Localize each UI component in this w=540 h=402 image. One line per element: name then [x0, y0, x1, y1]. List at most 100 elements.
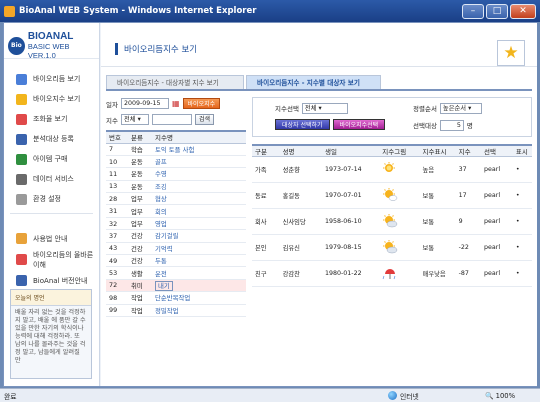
- cell-index-name[interactable]: 조깅: [152, 180, 246, 194]
- cell-index-name[interactable]: 수영: [152, 167, 246, 181]
- close-button[interactable]: ✕: [510, 3, 536, 19]
- col-category: 분류: [128, 131, 152, 144]
- menu-item-monitor[interactable]: BioAnal 버전안내: [4, 270, 99, 291]
- index-row[interactable]: 49 건강 두통: [106, 254, 246, 268]
- cell-pick: pearl: [481, 260, 513, 287]
- menu-item-label: 아이템 구매: [33, 155, 68, 163]
- col-header: 선택: [481, 145, 513, 157]
- cell-index-name[interactable]: 운전: [152, 266, 246, 280]
- search-button[interactable]: 검색: [194, 114, 215, 125]
- index-select[interactable]: 전체 ▾: [120, 114, 149, 125]
- calendar-icon[interactable]: ▦: [172, 99, 180, 108]
- index-row[interactable]: 37 건강 감기걸릴: [106, 229, 246, 243]
- subject-row[interactable]: 동료 홍길동 1970-07-01 보통 17 pearl •: [252, 182, 532, 209]
- cell-category: 취미: [128, 279, 152, 293]
- index-row[interactable]: 72 취미 내기: [106, 279, 246, 293]
- cell-name: 성춘향: [279, 156, 322, 183]
- cell-index-name[interactable]: 협상: [152, 192, 246, 206]
- col-header: 표시: [512, 145, 532, 157]
- date-label: 일자: [106, 100, 118, 109]
- cell-birth: 1980-01-22: [321, 260, 380, 287]
- index-row[interactable]: 53 생활 운전: [106, 266, 246, 280]
- info-icon: [16, 254, 27, 265]
- cell-score: -87: [455, 260, 482, 287]
- cell-index-name[interactable]: 단순반복작업: [152, 291, 246, 305]
- select-bio-index-button[interactable]: 바이오지수선택: [332, 118, 386, 130]
- menu-item-heart[interactable]: 조화율 보기: [4, 109, 99, 129]
- cell-index-name[interactable]: 정밀작업: [152, 304, 246, 317]
- subject-row[interactable]: 회사 신사임당 1958-06-10 보통 9 pearl •: [252, 208, 532, 235]
- minimize-button[interactable]: –: [462, 3, 484, 19]
- cell-group: 친구: [252, 260, 280, 287]
- cell-pick: pearl: [481, 156, 513, 183]
- tab-by-index[interactable]: 바이오리듬지수 - 지수별 대상자 보기: [246, 75, 381, 89]
- menu-item-label: 데이터 서비스: [33, 175, 74, 183]
- menu-item-help[interactable]: 사용법 안내: [4, 228, 99, 249]
- menu-item-user[interactable]: 분석대상 등록: [4, 129, 99, 149]
- action-row: 대상자 선택하기 바이오지수선택: [275, 118, 386, 130]
- index-row[interactable]: 32 업무 영업: [106, 217, 246, 231]
- cell-index-name[interactable]: 내기: [152, 279, 246, 293]
- security-zone: 인터넷: [388, 391, 419, 401]
- cell-index-name[interactable]: 회의: [152, 204, 246, 218]
- index-list-pane: 일자 2009-09-15 ▦ 바이오지수 지수 전체 ▾ 검색 번호 분류 지…: [106, 97, 246, 382]
- cell-number: 28: [106, 192, 128, 206]
- cell-name: 강감찬: [279, 260, 322, 287]
- index-select-row: 지수선택 전체 ▾: [275, 102, 348, 114]
- user-icon: [16, 133, 27, 145]
- bio-index-button[interactable]: 바이오지수: [182, 98, 221, 109]
- menu-item-star[interactable]: 바이오지수 보기: [4, 89, 99, 109]
- index-row[interactable]: 10 운동 골프: [106, 155, 246, 169]
- index-row[interactable]: 13 운동 조깅: [106, 180, 246, 194]
- col-header: 생일: [321, 145, 380, 157]
- col-header: 성명: [279, 145, 322, 157]
- subject-row[interactable]: 본인 김유신 1979-08-15 보통 -22 pearl •: [252, 234, 532, 261]
- index-row[interactable]: 43 건강 기억력: [106, 242, 246, 256]
- cell-category: 운동: [128, 180, 152, 194]
- cell-index-name[interactable]: 골프: [152, 155, 246, 169]
- menu-item-info[interactable]: 바이오리듬의 올바른 이해: [4, 249, 99, 270]
- help-icon: [16, 233, 27, 244]
- index-row[interactable]: 99 작업 정밀작업: [106, 304, 246, 317]
- logo-badge: Bio: [8, 36, 25, 55]
- cell-index-name[interactable]: 기억력: [152, 242, 246, 256]
- weather-partly-cloudy-icon: [379, 182, 420, 209]
- cell-index-name[interactable]: 두통: [152, 254, 246, 268]
- cell-number: 99: [106, 304, 128, 317]
- menu-item-data[interactable]: 데이터 서비스: [4, 169, 99, 189]
- index-row[interactable]: 98 작업 단순반복작업: [106, 291, 246, 305]
- date-input[interactable]: 2009-09-15: [120, 98, 169, 109]
- index-search-input[interactable]: [151, 114, 192, 125]
- tab-by-person[interactable]: 바이오리듬지수 - 대상자별 지수 보기: [106, 75, 244, 89]
- index-row[interactable]: 11 운동 수영: [106, 167, 246, 181]
- cell-category: 건강: [128, 242, 152, 256]
- index-row[interactable]: 28 업무 협상: [106, 192, 246, 206]
- cell-category: 운동: [128, 167, 152, 181]
- cell-index-name[interactable]: 영업: [152, 217, 246, 231]
- cell-index-name[interactable]: 감기걸릴: [152, 229, 246, 243]
- menu-item-label: 환경 설정: [33, 195, 61, 203]
- count-input[interactable]: 5: [439, 119, 464, 131]
- cell-birth: 1979-08-15: [321, 234, 380, 261]
- cell-number: 37: [106, 229, 128, 243]
- status-text: 완료: [4, 392, 17, 401]
- menu-item-chart[interactable]: 바이오리듬 보기: [4, 69, 99, 89]
- tab-underline: [106, 89, 532, 91]
- cell-name: 김유신: [279, 234, 322, 261]
- maximize-button[interactable]: □: [486, 3, 508, 19]
- menu-item-shield[interactable]: 아이템 구매: [4, 149, 99, 169]
- index-row[interactable]: 7 학습 토익 토플 사험: [106, 143, 246, 156]
- index-select-dropdown[interactable]: 전체 ▾: [301, 102, 348, 114]
- select-subject-button[interactable]: 대상자 선택하기: [275, 118, 330, 130]
- window-titlebar: BioAnal WEB System - Windows Internet Ex…: [0, 0, 540, 22]
- favorite-star-icon[interactable]: ★: [497, 40, 525, 66]
- count-row: 선택대상 5 명: [413, 119, 473, 131]
- subject-row[interactable]: 가족 성춘향 1973-07-14 높음 37 pearl •: [252, 156, 532, 183]
- index-row[interactable]: 31 업무 회의: [106, 204, 246, 218]
- subject-row[interactable]: 친구 강감찬 1980-01-22 매우낮음 -87 pearl •: [252, 260, 532, 287]
- zoom-level[interactable]: 🔍 100%: [485, 392, 515, 400]
- cell-index-name[interactable]: 토익 토플 사험: [152, 143, 246, 156]
- sort-dropdown[interactable]: 높은순서 ▾: [439, 102, 482, 114]
- cell-group: 본인: [252, 234, 280, 261]
- menu-item-gear[interactable]: 환경 설정: [4, 189, 99, 209]
